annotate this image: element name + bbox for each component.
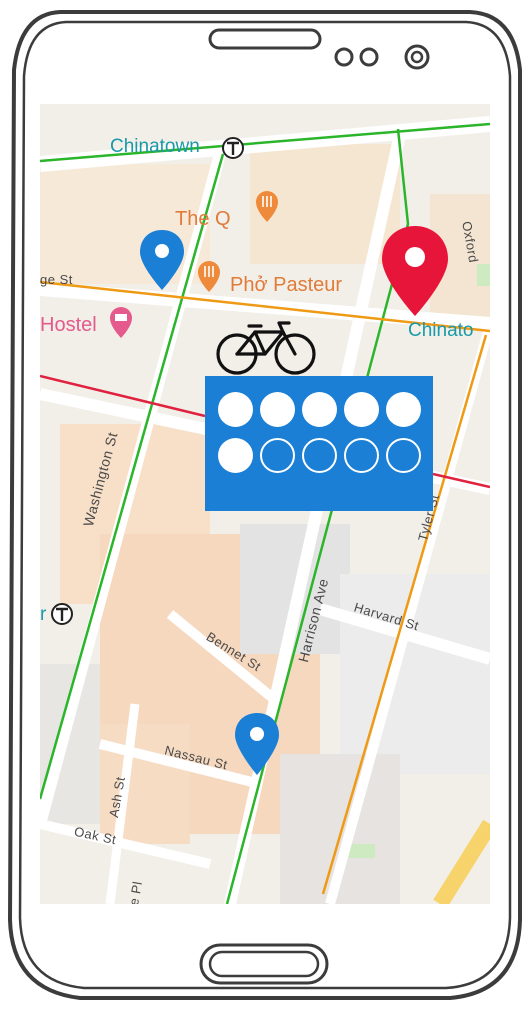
dock-slot-empty [302, 438, 337, 473]
blue-location-pin-icon-bottom[interactable] [233, 711, 281, 777]
station-label-fragment: r [40, 604, 47, 625]
red-location-pin-icon[interactable] [380, 224, 450, 318]
pho-pasteur-label: Phở Pasteur [230, 274, 343, 296]
t-station-icon [222, 137, 244, 159]
map-view[interactable]: Chinatown Chinato r The Q Phở Pasteur Ho… [40, 104, 490, 904]
bike-dock-availability-panel[interactable] [205, 376, 433, 511]
hostel-label: Hostel [40, 314, 97, 336]
dock-slot-occupied [386, 392, 421, 427]
dock-slot-occupied [344, 392, 379, 427]
chinatown-station-label-right: Chinato [408, 320, 474, 341]
chinatown-station-label: Chinatown [110, 136, 200, 157]
blue-location-pin-icon[interactable] [138, 228, 186, 292]
dock-slot-occupied [260, 392, 295, 427]
dock-slot-empty [386, 438, 421, 473]
dock-slot-occupied [218, 438, 253, 473]
dock-slot-empty [344, 438, 379, 473]
dock-slot-occupied [302, 392, 337, 427]
t-station-icon-left [51, 603, 73, 625]
bicycle-icon [216, 321, 316, 375]
beach-st-label: ge St [40, 272, 73, 287]
dock-slot-empty [260, 438, 295, 473]
dock-slot-occupied [218, 392, 253, 427]
